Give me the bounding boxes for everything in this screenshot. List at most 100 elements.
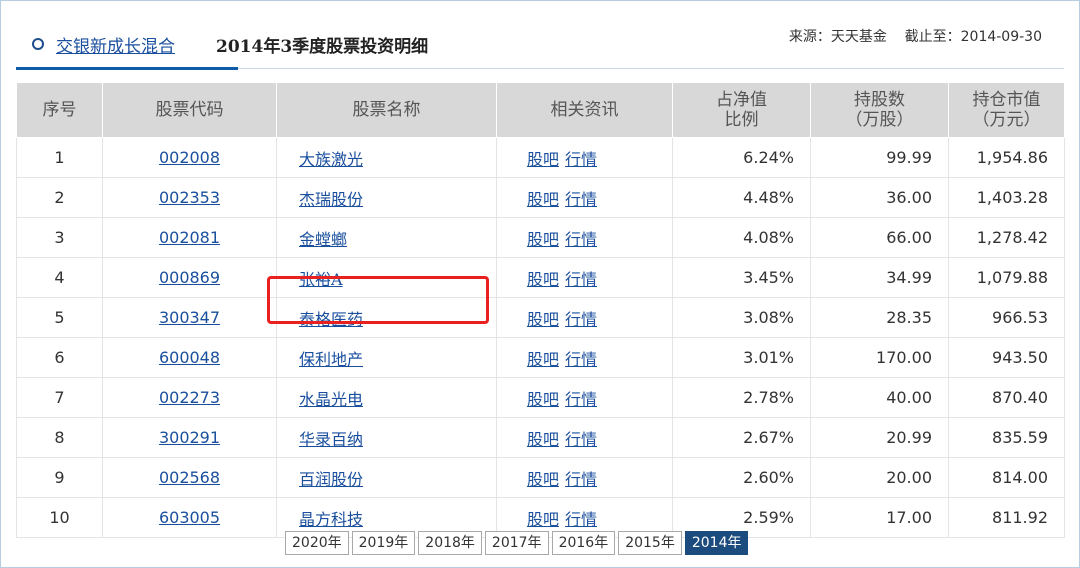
related-news: 股吧 行情	[496, 457, 673, 498]
stock-code-link[interactable]: 002273	[159, 388, 220, 407]
market-value: 943.50	[948, 337, 1065, 378]
stock-name-link[interactable]: 晶方科技	[299, 510, 363, 529]
stock-name-link[interactable]: 水晶光电	[299, 390, 363, 409]
guba-link[interactable]: 股吧	[527, 430, 559, 449]
guba-link[interactable]: 股吧	[527, 510, 559, 529]
header-col-code: 股票代码	[102, 82, 277, 138]
quote-link[interactable]: 行情	[565, 310, 597, 329]
row-number: 10	[16, 497, 103, 538]
stock-name-link[interactable]: 大族激光	[299, 150, 363, 169]
stock-name-link[interactable]: 保利地产	[299, 350, 363, 369]
quote-link[interactable]: 行情	[565, 190, 597, 209]
guba-link[interactable]: 股吧	[527, 230, 559, 249]
stock-code-link[interactable]: 000869	[159, 268, 220, 287]
guba-link[interactable]: 股吧	[527, 190, 559, 209]
stock-name-link[interactable]: 华录百纳	[299, 430, 363, 449]
header-col-no: 序号	[16, 82, 103, 138]
guba-link[interactable]: 股吧	[527, 390, 559, 409]
net-value-ratio: 4.08%	[672, 217, 811, 258]
net-value-ratio: 6.24%	[672, 137, 811, 178]
net-value-ratio: 3.08%	[672, 297, 811, 338]
related-news: 股吧 行情	[496, 257, 673, 298]
stock-code-link[interactable]: 603005	[159, 508, 220, 527]
stock-code: 600048	[102, 337, 277, 378]
related-news: 股吧 行情	[496, 137, 673, 178]
stock-name-link[interactable]: 杰瑞股份	[299, 190, 363, 209]
stock-code-link[interactable]: 002353	[159, 188, 220, 207]
header-col-value: 持仓市值 （万元）	[948, 82, 1065, 138]
stock-code-link[interactable]: 300291	[159, 428, 220, 447]
quote-link[interactable]: 行情	[565, 470, 597, 489]
quote-link[interactable]: 行情	[565, 150, 597, 169]
related-news: 股吧 行情	[496, 377, 673, 418]
quote-link[interactable]: 行情	[565, 270, 597, 289]
stock-name: 金螳螂	[276, 217, 497, 258]
shares-held: 99.99	[810, 137, 949, 178]
net-value-ratio: 2.78%	[672, 377, 811, 418]
year-tab[interactable]: 2019年	[351, 531, 416, 555]
stock-code: 002081	[102, 217, 277, 258]
table-row: 2 002353 杰瑞股份 股吧 行情 4.48% 36.00 1,403.28	[16, 177, 1065, 218]
net-value-ratio: 3.45%	[672, 257, 811, 298]
quote-link[interactable]: 行情	[565, 350, 597, 369]
year-tabs: 2020年 2019年 2018年 2017年 2016年 2015年 2014年	[285, 531, 749, 555]
panel-header: 交银新成长混合 2014年3季度股票投资明细 来源：天天基金 截止至：2014-…	[16, 18, 1064, 70]
table-row: 9 002568 百润股份 股吧 行情 2.60% 20.00 814.00	[16, 457, 1065, 498]
table-row: 4 000869 张裕A 股吧 行情 3.45% 34.99 1,079.88	[16, 257, 1065, 298]
shares-held: 170.00	[810, 337, 949, 378]
net-value-ratio: 2.67%	[672, 417, 811, 458]
stock-name: 大族激光	[276, 137, 497, 178]
table-header-row: 序号 股票代码 股票名称 相关资讯 占净值 比例 持股数 （万股） 持仓市值 （万元）	[16, 82, 1065, 138]
stock-code: 300291	[102, 417, 277, 458]
year-tab[interactable]: 2014年	[684, 531, 749, 555]
table-row: 6 600048 保利地产 股吧 行情 3.01% 170.00 943.50	[16, 337, 1065, 378]
guba-link[interactable]: 股吧	[527, 270, 559, 289]
stock-name-link[interactable]: 张裕A	[299, 270, 343, 289]
stock-code-link[interactable]: 300347	[159, 308, 220, 327]
quote-link[interactable]: 行情	[565, 510, 597, 529]
source-and-date: 来源：天天基金 截止至：2014-09-30	[788, 29, 1042, 45]
header-accent-bar	[16, 67, 238, 70]
stock-name: 泰格医药	[276, 297, 497, 338]
market-value: 1,079.88	[948, 257, 1065, 298]
table-row: 8 300291 华录百纳 股吧 行情 2.67% 20.99 835.59	[16, 417, 1065, 458]
fund-name-link[interactable]: 交银新成长混合	[56, 32, 175, 57]
row-number: 6	[16, 337, 103, 378]
year-tab[interactable]: 2020年	[285, 531, 349, 555]
period-title: 2014年3季度股票投资明细	[216, 37, 429, 57]
stock-name-link[interactable]: 金螳螂	[299, 230, 347, 249]
related-news: 股吧 行情	[496, 177, 673, 218]
quote-link[interactable]: 行情	[565, 390, 597, 409]
year-tab[interactable]: 2017年	[484, 531, 549, 555]
stock-name-link[interactable]: 泰格医药	[299, 310, 363, 329]
row-number: 8	[16, 417, 103, 458]
stock-code: 002273	[102, 377, 277, 418]
row-number: 1	[16, 137, 103, 178]
year-tab[interactable]: 2015年	[618, 531, 682, 555]
guba-link[interactable]: 股吧	[527, 350, 559, 369]
header-col-news: 相关资讯	[496, 82, 673, 138]
header-col-name: 股票名称	[276, 82, 497, 138]
table-row: 7 002273 水晶光电 股吧 行情 2.78% 40.00 870.40	[16, 377, 1065, 418]
table-body: 1 002008 大族激光 股吧 行情 6.24% 99.99 1,954.86 2 002353…	[16, 137, 1065, 538]
guba-link[interactable]: 股吧	[527, 150, 559, 169]
year-tab[interactable]: 2016年	[551, 531, 616, 555]
stock-code-link[interactable]: 002081	[159, 228, 220, 247]
stock-name-link[interactable]: 百润股份	[299, 470, 363, 489]
row-number: 2	[16, 177, 103, 218]
guba-link[interactable]: 股吧	[527, 470, 559, 489]
table-row: 5 300347 泰格医药 股吧 行情 3.08% 28.35 966.53	[16, 297, 1065, 338]
quote-link[interactable]: 行情	[565, 230, 597, 249]
year-tab[interactable]: 2018年	[418, 531, 482, 555]
row-number: 9	[16, 457, 103, 498]
guba-link[interactable]: 股吧	[527, 310, 559, 329]
quote-link[interactable]: 行情	[565, 430, 597, 449]
stock-code-link[interactable]: 002008	[159, 148, 220, 167]
net-value-ratio: 4.48%	[672, 177, 811, 218]
market-value: 870.40	[948, 377, 1065, 418]
stock-code: 300347	[102, 297, 277, 338]
header-col-ratio: 占净值 比例	[672, 82, 811, 138]
stock-code: 000869	[102, 257, 277, 298]
stock-code-link[interactable]: 002568	[159, 468, 220, 487]
stock-code-link[interactable]: 600048	[159, 348, 220, 367]
